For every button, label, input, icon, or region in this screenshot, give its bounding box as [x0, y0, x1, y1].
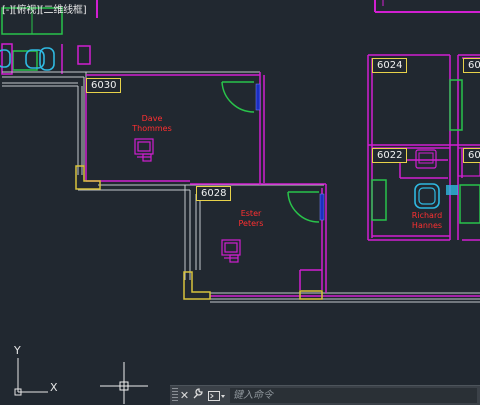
occupant-label-6028: Ester Peters: [231, 209, 271, 229]
occupant-label-6030: Dave Thommes: [132, 114, 172, 134]
ucs-icon: [14, 358, 48, 396]
prompt-glyph: [208, 390, 225, 401]
drawing-canvas[interactable]: [0, 0, 480, 404]
occupant-first-name: Dave: [141, 114, 163, 123]
computer-6028: [221, 239, 241, 263]
walls-exterior: [2, 71, 480, 303]
room-tag-602-partial: 602: [463, 58, 480, 73]
viewport-controls-label[interactable]: [-][俯视][二维线框]: [2, 1, 87, 16]
occupant-last-name: Hannes: [411, 221, 443, 230]
occupant-last-name: Thommes: [132, 124, 172, 133]
occupant-last-name: Peters: [238, 219, 264, 228]
windows: [255, 83, 325, 221]
occupant-first-name: Richard: [411, 211, 443, 220]
wrench-icon[interactable]: [191, 387, 204, 404]
crosshair-cursor: [100, 362, 148, 404]
occupant-label-6022: Richard Hannes: [406, 211, 448, 231]
occupant-first-name: Ester: [240, 209, 262, 218]
command-line-bar: ✕: [170, 385, 480, 405]
ucs-x-label: X: [50, 381, 58, 394]
ucs-y-label: Y: [14, 344, 21, 357]
room-tag-6022: 6022: [372, 148, 408, 163]
close-icon[interactable]: ✕: [178, 387, 191, 404]
room-tag-6028: 6028: [196, 186, 232, 201]
room-tag-60-partial: 60: [463, 148, 480, 163]
computer-6030: [134, 138, 154, 162]
command-input[interactable]: [230, 388, 477, 403]
room-tag-6024: 6024: [372, 58, 408, 73]
command-prompt-icon[interactable]: [208, 390, 226, 402]
doors: [221, 81, 320, 223]
room-tag-6030: 6030: [86, 78, 122, 93]
wrench-glyph: [193, 388, 203, 399]
chairs-top-left: [0, 43, 91, 75]
